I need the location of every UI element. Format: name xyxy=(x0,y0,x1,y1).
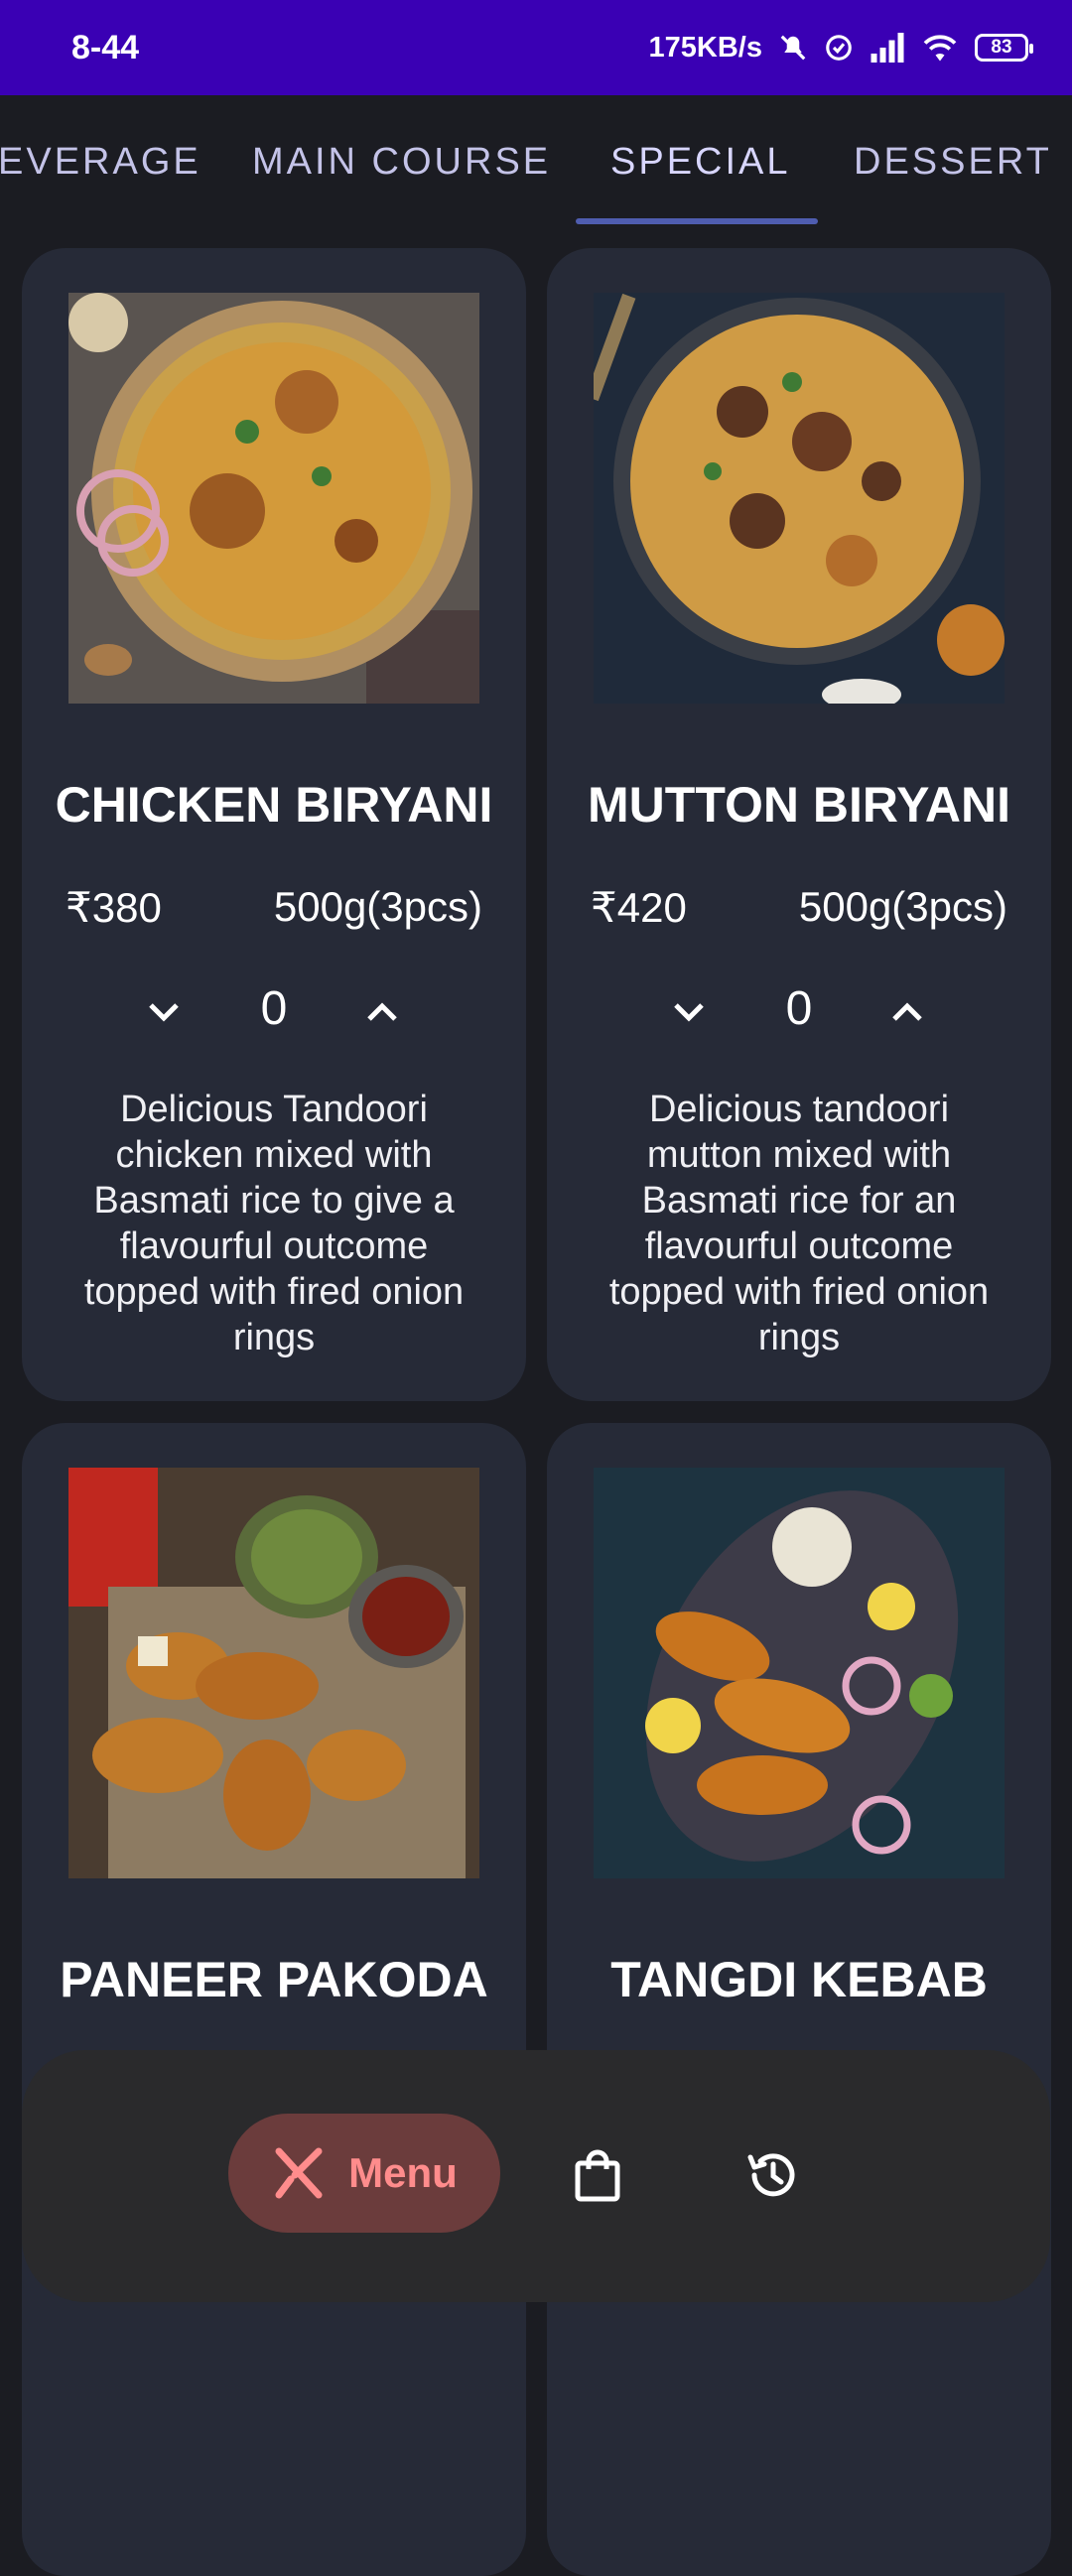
increase-quantity-button[interactable] xyxy=(882,987,932,1037)
item-weight: 500g(3pcs) xyxy=(273,883,482,930)
item-weight: 500g(3pcs) xyxy=(798,883,1007,930)
status-icons: 175KB/s 83 xyxy=(648,31,1033,64)
status-time: 8-44 xyxy=(71,28,140,66)
chevron-down-icon xyxy=(149,1003,179,1022)
item-description: Delicious tandoori mutton mixed with Bas… xyxy=(608,1089,990,1358)
menu-card-paneer-pakoda[interactable]: PANEER PAKODA xyxy=(22,1423,526,2576)
tab-special[interactable]: SPECIAL xyxy=(610,141,791,184)
decrease-quantity-button[interactable] xyxy=(664,987,714,1037)
nav-history-button[interactable] xyxy=(744,2147,800,2203)
restaurant-icon xyxy=(275,2147,323,2199)
signal-icon xyxy=(870,33,905,63)
item-price: ₹380 xyxy=(66,884,162,931)
menu-card-chicken-biryani[interactable]: CHICKEN BIRYANI ₹380 500g(3pcs) 0 Delici… xyxy=(22,248,526,1401)
status-bar: 8-44 175KB/s 83 xyxy=(0,0,1072,95)
chevron-up-icon xyxy=(892,1002,922,1021)
alarm-icon xyxy=(824,33,854,63)
tab-dessert[interactable]: DESSERT xyxy=(854,141,1052,184)
paneer-pakoda-image xyxy=(68,1468,479,1878)
item-name: CHICKEN BIRYANI xyxy=(55,777,493,833)
wifi-icon xyxy=(921,33,959,63)
bottom-navigation: Menu xyxy=(22,2050,1050,2302)
quantity-stepper: 0 xyxy=(547,977,1051,1047)
tab-beverage[interactable]: EVERAGE xyxy=(0,141,201,184)
menu-card-mutton-biryani[interactable]: MUTTON BIRYANI ₹420 500g(3pcs) 0 Delicio… xyxy=(547,248,1051,1401)
nav-menu-button[interactable]: Menu xyxy=(228,2114,500,2233)
chevron-up-icon xyxy=(367,1002,397,1021)
tangdi-kebab-image xyxy=(594,1468,1005,1878)
category-tabs: EVERAGE MAIN COURSE SPECIAL DESSERT xyxy=(0,95,1072,226)
network-speed: 175KB/s xyxy=(648,31,762,64)
quantity-stepper: 0 xyxy=(22,977,526,1047)
mute-icon xyxy=(778,33,808,63)
item-name: MUTTON BIRYANI xyxy=(588,777,1010,833)
quantity-value: 0 xyxy=(260,982,288,1035)
item-price: ₹420 xyxy=(591,884,687,931)
shopping-bag-icon xyxy=(575,2149,620,2202)
battery-icon: 83 xyxy=(975,34,1033,62)
tab-indicator xyxy=(576,218,818,224)
item-description: Delicious Tandoori chicken mixed with Ba… xyxy=(83,1089,465,1358)
nav-cart-button[interactable] xyxy=(570,2147,625,2203)
decrease-quantity-button[interactable] xyxy=(139,987,189,1037)
increase-quantity-button[interactable] xyxy=(357,987,407,1037)
tab-main-course[interactable]: MAIN COURSE xyxy=(252,141,551,184)
chicken-biryani-image xyxy=(68,293,479,704)
item-name: PANEER PAKODA xyxy=(60,1952,488,2007)
chevron-down-icon xyxy=(674,1003,704,1022)
nav-menu-label: Menu xyxy=(348,2149,458,2196)
menu-card-tangdi-kebab[interactable]: TANGDI KEBAB xyxy=(547,1423,1051,2576)
history-icon xyxy=(747,2153,795,2197)
item-name: TANGDI KEBAB xyxy=(610,1952,988,2007)
mutton-biryani-image xyxy=(594,293,1005,704)
quantity-value: 0 xyxy=(785,982,813,1035)
